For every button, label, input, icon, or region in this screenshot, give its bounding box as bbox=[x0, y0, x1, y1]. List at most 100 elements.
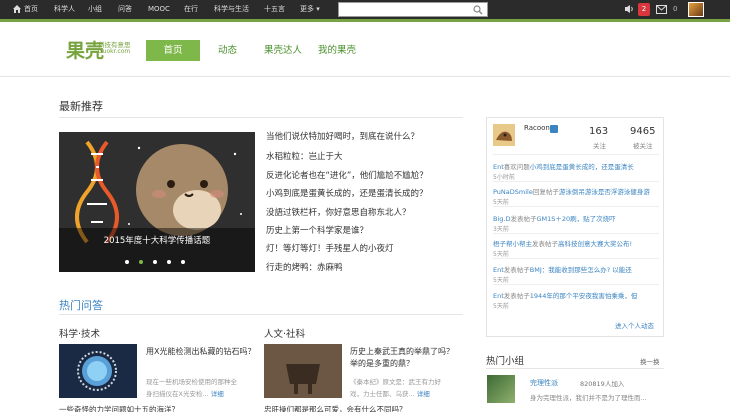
topnav-home[interactable]: 首页 bbox=[24, 0, 38, 19]
qa-thumbnail-diamond[interactable] bbox=[59, 344, 137, 398]
carousel-dot[interactable] bbox=[167, 260, 171, 264]
feed-action: 发表帖子 bbox=[503, 292, 530, 300]
tab-experts[interactable]: 果壳达人 bbox=[264, 40, 302, 61]
feed-target[interactable]: 游泳倒吊游泳是否浮游泳健身游 bbox=[559, 188, 650, 196]
news-link[interactable]: 小鸡到底是蛋黄长成的，还是蛋清长成的？ bbox=[266, 187, 428, 199]
user-card: Racoon 163 关注 9465 被关注 Ent喜欢问题小鸡到底是蛋黄长成的… bbox=[486, 117, 664, 337]
site-header: 果壳 科技有意思 Guokr.com 首页 动态 果壳达人 我的果壳 bbox=[0, 19, 730, 77]
divider bbox=[486, 368, 664, 369]
search-input[interactable] bbox=[338, 2, 488, 17]
notification-badge[interactable]: 2 bbox=[638, 3, 650, 16]
feed-target[interactable]: 高科技创意大赛大奖公布! bbox=[558, 240, 632, 248]
carousel-dot-active[interactable] bbox=[139, 260, 143, 264]
feed-target[interactable]: 1944年的那个平安夜我害怕乘乘，但 bbox=[530, 292, 638, 300]
top-navbar: 首页 科学人 小组 问答 MOOC 在行 科学与生活 十五言 更多 ▾ 2 0 bbox=[0, 0, 730, 19]
user-profile-avatar[interactable] bbox=[493, 124, 515, 146]
news-link[interactable]: 行走的烤鸭：赤麻鸭 bbox=[266, 261, 343, 273]
feed-item[interactable]: 梧子帮小帮主发表帖子高科技创意大赛大奖公布! bbox=[493, 238, 659, 248]
qa-category-science[interactable]: 科学·技术 bbox=[59, 326, 100, 340]
hot-groups-title: 热门小组 bbox=[486, 356, 525, 367]
topnav-qa[interactable]: 问答 bbox=[118, 0, 132, 19]
feed-action: 喜欢问题 bbox=[503, 163, 530, 171]
feed-time: 5天前 bbox=[493, 277, 509, 284]
news-link[interactable]: 当他们说伏特加好喝时，到底在说什么？ bbox=[266, 130, 419, 142]
home-icon[interactable] bbox=[12, 4, 22, 14]
mail-count: 0 bbox=[673, 5, 678, 13]
guokr-logo[interactable]: 果壳 科技有意思 Guokr.com bbox=[66, 36, 131, 63]
feed-target[interactable]: 小鸡到底是蛋黄长成的，还是蛋清长 bbox=[530, 163, 634, 171]
group-name[interactable]: 完理性派 bbox=[530, 378, 558, 388]
divider bbox=[59, 117, 463, 118]
qa-detail-link[interactable]: 详细 bbox=[417, 390, 430, 398]
mail-icon[interactable] bbox=[656, 5, 667, 14]
carousel-dot[interactable] bbox=[125, 260, 129, 264]
feed-user[interactable]: Ent bbox=[493, 292, 504, 300]
qa-question[interactable]: 用X光能检测出私藏的钻石吗？ bbox=[146, 346, 255, 357]
qa-question[interactable]: 历史上秦武王真的举鼎了吗？举的是多重的鼎？ bbox=[350, 346, 460, 370]
divider bbox=[493, 284, 659, 285]
feed-time: 5天前 bbox=[493, 199, 509, 206]
hero-carousel[interactable]: 2015年度十大科学传播话题 bbox=[59, 132, 255, 272]
feed-user[interactable]: Ent bbox=[493, 163, 504, 171]
qa-desc-text: 身扫描仪在X光安检... bbox=[146, 390, 209, 398]
qa-category-humanities[interactable]: 人文·社科 bbox=[264, 326, 305, 340]
tab-my-guokr[interactable]: 我的果壳 bbox=[318, 40, 356, 61]
feed-user[interactable]: PuNaDSmile bbox=[493, 188, 533, 196]
qa-list-item[interactable]: 一些奇怪的力学问题如十五的海洋？ bbox=[59, 404, 179, 412]
divider bbox=[493, 233, 659, 234]
feed-item[interactable]: PuNaDSmile回复帖子游泳倒吊游泳是否浮游泳健身游 bbox=[493, 186, 659, 196]
qa-list-item[interactable]: 忠肝操们都是那么可爱，会有什么不同吗？ bbox=[264, 404, 407, 412]
feed-item[interactable]: Big.D发表帖子GM1S＋20刷，贴了次烧吓 bbox=[493, 213, 659, 223]
verified-icon bbox=[550, 125, 558, 133]
news-link[interactable]: 水稻粒粒：岂止于大 bbox=[266, 150, 343, 162]
qa-desc-text: 戏，力士任鄙、乌获... bbox=[350, 390, 415, 398]
topnav-15yan[interactable]: 十五言 bbox=[264, 0, 285, 19]
search-icon[interactable] bbox=[473, 5, 483, 15]
more-activity-link[interactable]: 进入个人动态 bbox=[615, 320, 654, 330]
group-member-count: 820819人加入 bbox=[580, 380, 625, 388]
refresh-button[interactable]: 换一换 bbox=[640, 356, 660, 366]
user-avatar[interactable] bbox=[688, 2, 704, 17]
news-link[interactable]: 历史上第一个科学家是谁？ bbox=[266, 224, 368, 236]
volume-icon[interactable] bbox=[624, 4, 635, 14]
feed-target[interactable]: GM1S＋20刷，贴了次烧吓 bbox=[536, 215, 615, 223]
feed-user[interactable]: 梧子帮小帮主 bbox=[493, 240, 532, 248]
topnav-zaihang[interactable]: 在行 bbox=[184, 0, 198, 19]
divider bbox=[493, 154, 659, 155]
topnav-science-life[interactable]: 科学与生活 bbox=[214, 0, 249, 19]
topnav-mooc[interactable]: MOOC bbox=[148, 0, 170, 19]
feed-time: 5小时前 bbox=[493, 174, 515, 181]
qa-desc: 《秦本纪》原文是：武王有力好 bbox=[350, 378, 441, 386]
divider bbox=[493, 206, 659, 207]
feed-time: 5天前 bbox=[493, 303, 509, 310]
qa-thumbnail-tripod[interactable] bbox=[264, 344, 342, 398]
topnav-groups[interactable]: 小组 bbox=[88, 0, 102, 19]
following-count[interactable]: 163 bbox=[589, 126, 608, 137]
divider bbox=[493, 258, 659, 259]
feed-item[interactable]: Ent喜欢问题小鸡到底是蛋黄长成的，还是蛋清长 bbox=[493, 161, 659, 171]
topnav-more[interactable]: 更多 ▾ bbox=[300, 0, 320, 19]
news-link[interactable]: 反进化论者也在“进化”，他们尴尬不尴尬？ bbox=[266, 169, 428, 181]
feed-item[interactable]: Ent发表帖子BMJ：我能收到那些怎么办? 以能还 bbox=[493, 264, 659, 274]
news-link[interactable]: 没語过铁栏杆，你好意思自称东北人？ bbox=[266, 206, 411, 218]
feed-action: 回复帖子 bbox=[532, 188, 559, 196]
feed-user[interactable]: Ent bbox=[493, 266, 504, 274]
user-name[interactable]: Racoon bbox=[524, 124, 550, 132]
topnav-scientist[interactable]: 科学人 bbox=[54, 0, 75, 19]
feed-user[interactable]: Big.D bbox=[493, 215, 510, 223]
following-label: 关注 bbox=[593, 142, 606, 150]
news-link[interactable]: 灯！等灯等灯！手残星人的小夜灯 bbox=[266, 242, 394, 254]
qa-detail-link[interactable]: 详细 bbox=[211, 390, 224, 398]
followers-count[interactable]: 9465 bbox=[630, 126, 655, 137]
tab-home[interactable]: 首页 bbox=[146, 40, 200, 61]
feed-item[interactable]: Ent发表帖子1944年的那个平安夜我害怕乘乘，但 bbox=[493, 290, 659, 300]
feed-action: 发表帖子 bbox=[532, 240, 558, 248]
tab-dynamics[interactable]: 动态 bbox=[218, 40, 237, 61]
carousel-dot[interactable] bbox=[181, 260, 185, 264]
carousel-dot[interactable] bbox=[153, 260, 157, 264]
group-thumbnail[interactable] bbox=[487, 375, 515, 403]
group-desc: 身为完理性派，我们并不是为了理性而... bbox=[530, 394, 647, 402]
feed-target[interactable]: BMJ：我能收到那些怎么办? 以能还 bbox=[530, 266, 632, 274]
hero-image bbox=[59, 140, 255, 272]
divider bbox=[59, 314, 463, 315]
